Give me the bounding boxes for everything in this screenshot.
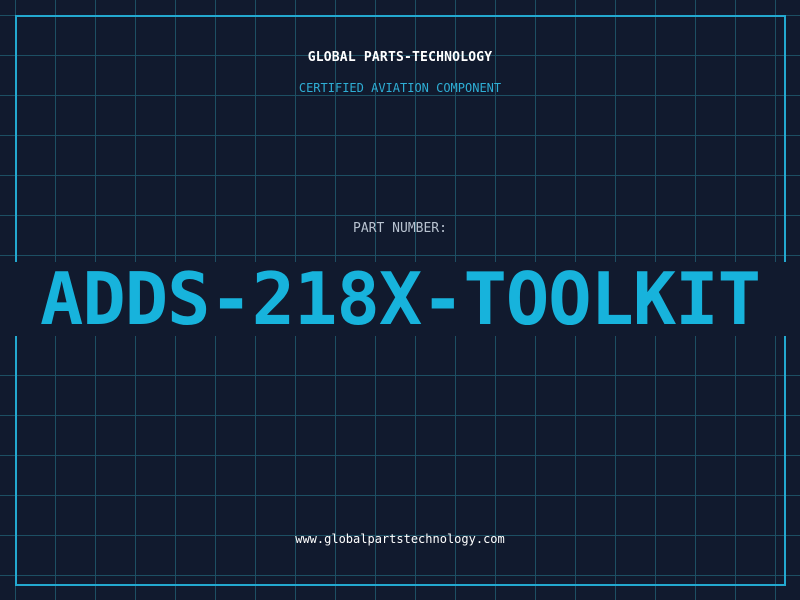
part-number-label: PART NUMBER: <box>353 221 447 236</box>
part-label-card: GLOBAL PARTS-TECHNOLOGY CERTIFIED AVIATI… <box>0 0 800 600</box>
part-number-value: ADDS-218X-TOOLKIT <box>40 257 761 341</box>
company-name: GLOBAL PARTS-TECHNOLOGY <box>307 50 493 65</box>
website-url: www.globalpartstechnology.com <box>295 532 505 546</box>
certification-subtitle: CERTIFIED AVIATION COMPONENT <box>298 81 502 95</box>
